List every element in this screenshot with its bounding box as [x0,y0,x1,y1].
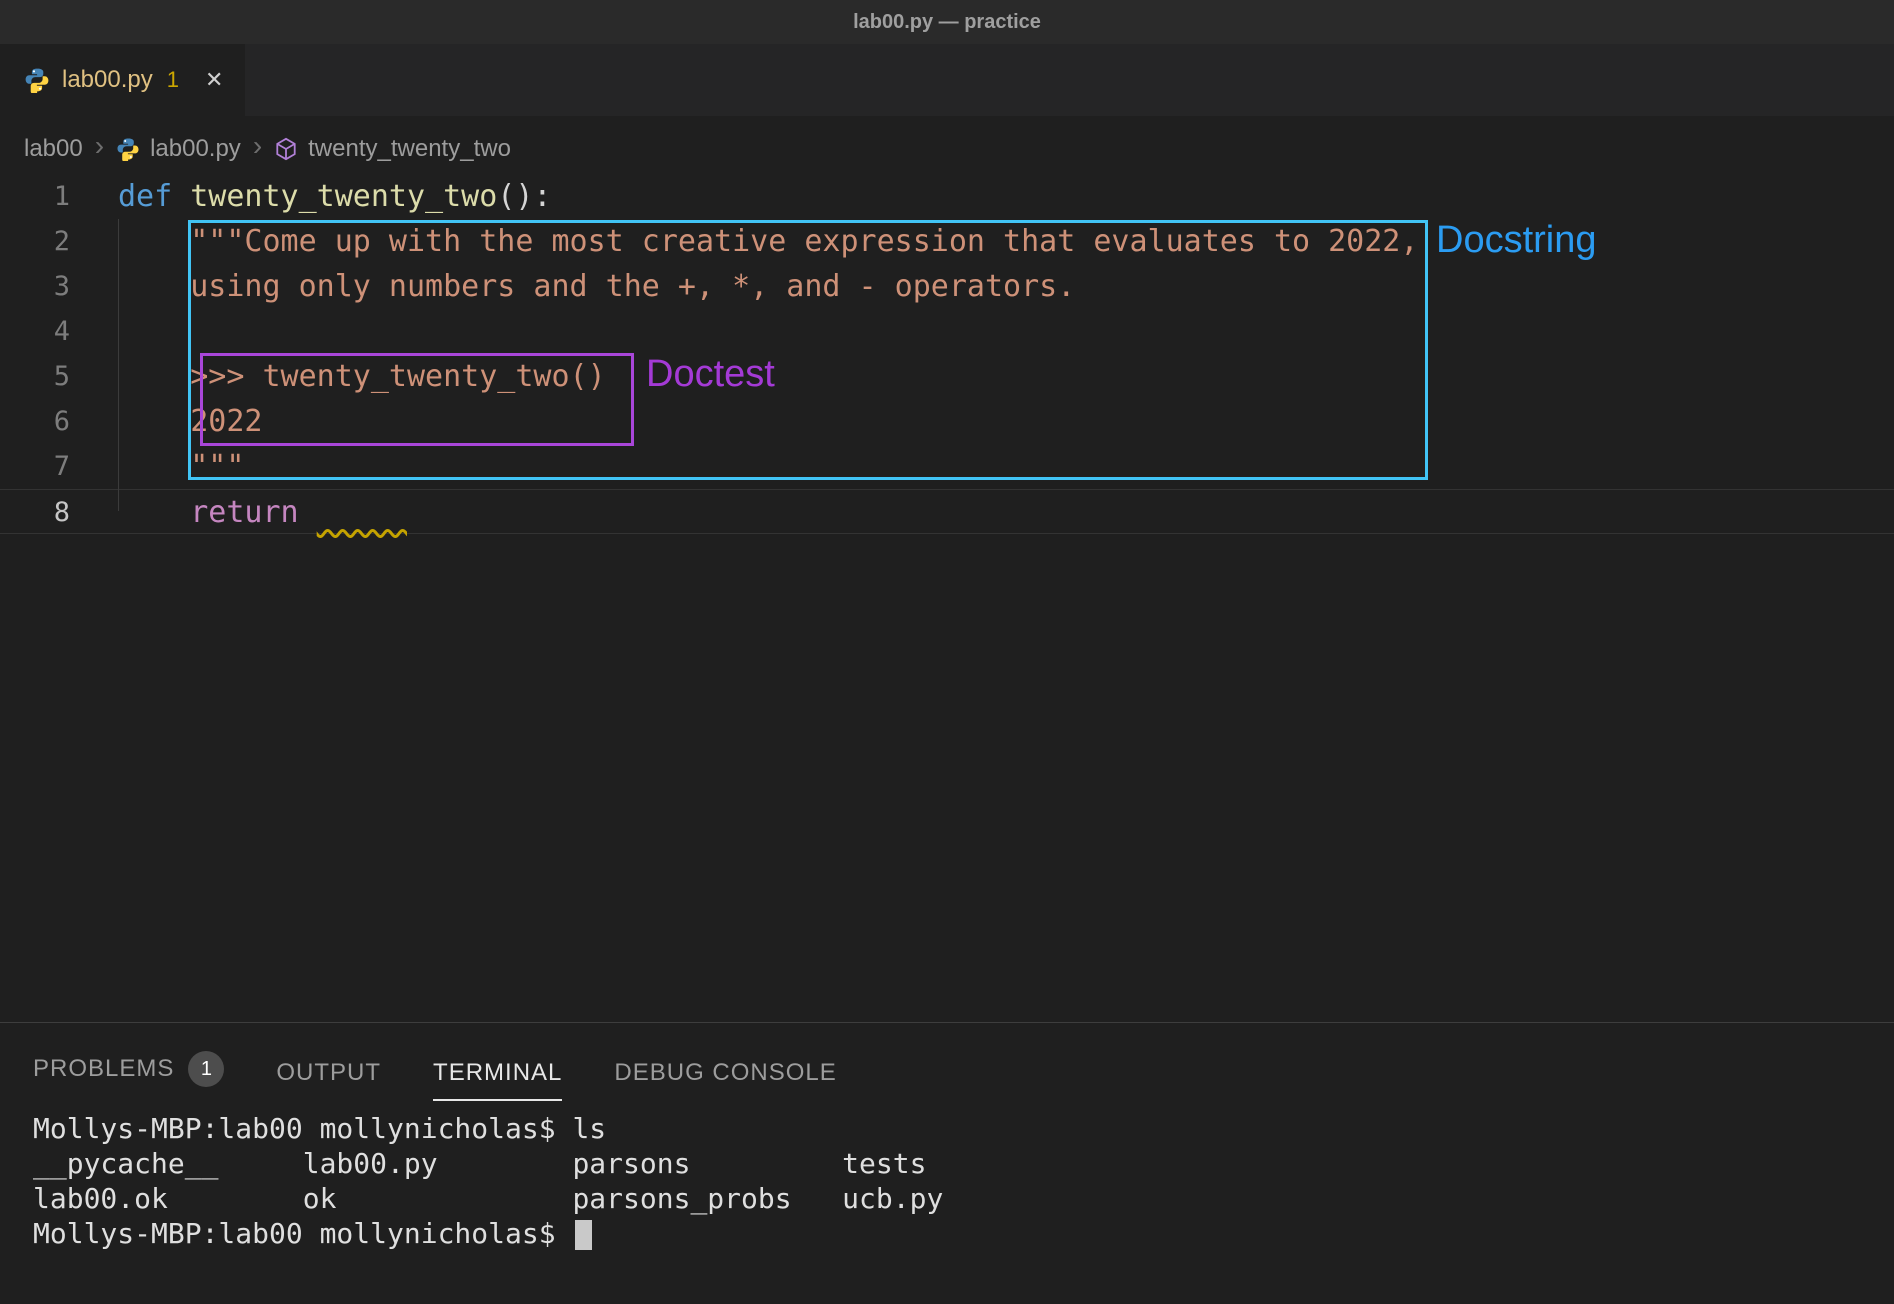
tab-filename: lab00.py [62,66,153,94]
panel-tab-bar: PROBLEMS 1 OUTPUT TERMINAL DEBUG CONSOLE [0,1023,1894,1101]
doctest-annotation-label: Doctest [646,354,775,396]
terminal-line: __pycache__ lab00.py parsons tests [33,1146,1894,1181]
problems-count-badge: 1 [188,1051,224,1087]
tab-terminal[interactable]: TERMINAL [433,1059,562,1101]
code-text: def twenty_twenty_two(): [70,174,551,219]
python-file-icon [24,67,50,93]
line-number[interactable]: 3 [0,264,70,309]
terminal-line: lab00.ok ok parsons_probs ucb.py [33,1181,1894,1216]
tab-output[interactable]: OUTPUT [276,1059,381,1101]
line-number[interactable]: 4 [0,309,70,354]
line-number[interactable]: 6 [0,399,70,444]
code-text: return [70,490,407,533]
tab-debug-console[interactable]: DEBUG CONSOLE [614,1059,836,1101]
line-number[interactable]: 7 [0,444,70,489]
terminal-line: Mollys-MBP:lab00 mollynicholas$ [33,1216,1894,1251]
code-lines: 1def twenty_twenty_two():2 """Come up wi… [0,174,1894,534]
window-titlebar: lab00.py — practice [0,0,1894,44]
breadcrumb: lab00 › lab00.py › twenty_twenty_two [0,116,1894,174]
editor-tab-bar: lab00.py 1 ✕ [0,44,1894,116]
code-text: >>> twenty_twenty_two() [70,354,606,399]
indent-guide [118,219,119,511]
code-text: 2022 [70,399,263,444]
docstring-annotation-label: Docstring [1436,220,1597,262]
chevron-right-icon: › [251,132,264,166]
code-text: """ [70,444,244,489]
tab-lab00[interactable]: lab00.py 1 ✕ [0,44,245,116]
code-line[interactable]: 8 return [0,489,1894,534]
line-number[interactable]: 8 [0,490,70,533]
tab-problems[interactable]: PROBLEMS 1 [33,1051,224,1101]
code-line[interactable]: 3 using only numbers and the +, *, and -… [0,264,1894,309]
line-number[interactable]: 1 [0,174,70,219]
code-text: using only numbers and the +, *, and - o… [70,264,1075,309]
breadcrumb-item-file[interactable]: lab00.py [150,135,241,163]
code-line[interactable]: 1def twenty_twenty_two(): [0,174,1894,219]
code-line[interactable]: 5 >>> twenty_twenty_two() [0,354,1894,399]
line-number[interactable]: 2 [0,219,70,264]
tab-problems-count: 1 [167,67,179,93]
chevron-right-icon: › [93,132,106,166]
breadcrumb-item-symbol[interactable]: twenty_twenty_two [308,135,511,163]
terminal-cursor [575,1220,592,1250]
editor[interactable]: 1def twenty_twenty_two():2 """Come up wi… [0,174,1894,1022]
terminal[interactable]: Mollys-MBP:lab00 mollynicholas$ ls __pyc… [0,1101,1894,1251]
code-text [70,309,118,354]
code-line[interactable]: 7 """ [0,444,1894,489]
window-title: lab00.py — practice [853,11,1041,34]
line-number[interactable]: 5 [0,354,70,399]
terminal-prompt: Mollys-MBP:lab00 mollynicholas$ [33,1217,572,1250]
bottom-panel: PROBLEMS 1 OUTPUT TERMINAL DEBUG CONSOLE… [0,1022,1894,1304]
code-line[interactable]: 6 2022 [0,399,1894,444]
code-line[interactable]: 2 """Come up with the most creative expr… [0,219,1894,264]
code-text: """Come up with the most creative expres… [70,219,1418,264]
tab-close-icon[interactable]: ✕ [205,67,223,93]
breadcrumb-item-folder[interactable]: lab00 [24,135,83,163]
terminal-line: Mollys-MBP:lab00 mollynicholas$ ls [33,1111,1894,1146]
tab-problems-label: PROBLEMS [33,1055,174,1083]
symbol-cube-icon [274,137,298,161]
code-line[interactable]: 4 [0,309,1894,354]
python-file-icon [116,137,140,161]
